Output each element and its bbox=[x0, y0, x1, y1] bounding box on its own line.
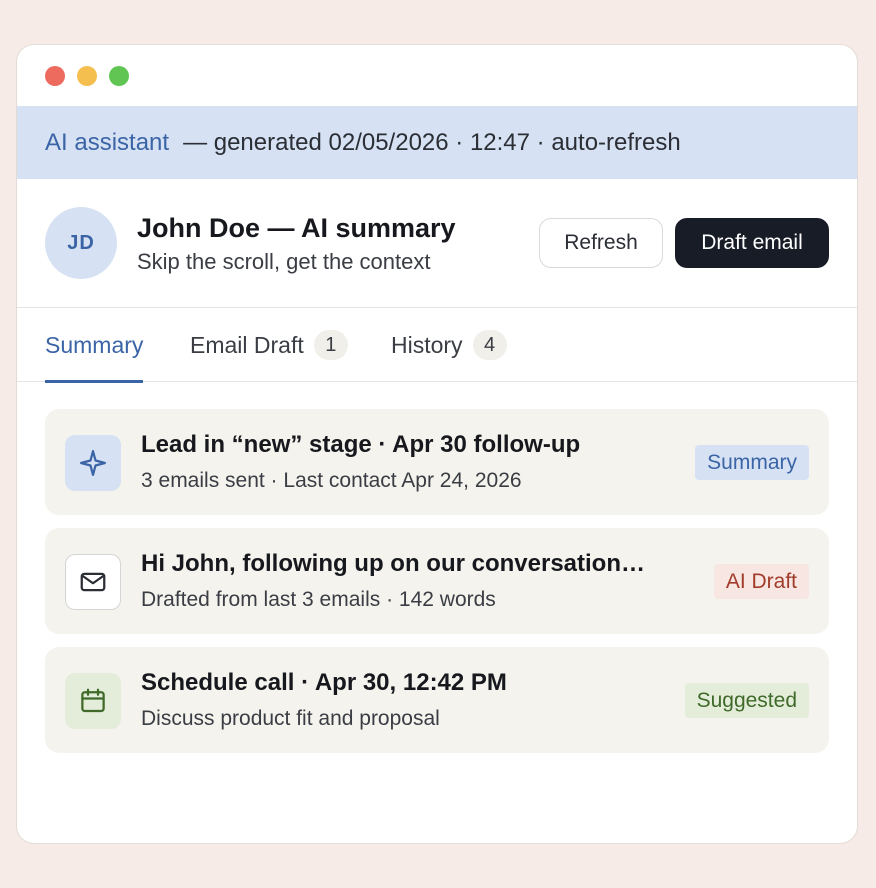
close-window-button[interactable] bbox=[45, 66, 65, 86]
maximize-window-button[interactable] bbox=[109, 66, 129, 86]
tab-history[interactable]: History 4 bbox=[391, 308, 507, 382]
status-badge: AI Draft bbox=[713, 564, 809, 599]
tab-history-count: 4 bbox=[472, 330, 507, 360]
minimize-window-button[interactable] bbox=[77, 66, 97, 86]
assistant-brand: AI assistant bbox=[45, 128, 170, 156]
avatar: JD bbox=[45, 207, 117, 279]
list-item-title: Schedule call · Apr 30, 12:42 PM bbox=[141, 669, 507, 696]
list-item-subtitle: 3 emails sent · Last contact Apr 24, 202… bbox=[141, 469, 522, 492]
tab-email-draft[interactable]: Email Draft 1 bbox=[190, 308, 348, 382]
status-badge: Suggested bbox=[684, 683, 809, 718]
list-item-summary[interactable]: Lead in “new” stage · Apr 30 follow-up 3… bbox=[45, 409, 829, 515]
status-badge: Summary bbox=[695, 445, 809, 480]
list-item-subtitle: Drafted from last 3 emails · 142 words bbox=[141, 588, 496, 611]
tab-summary[interactable]: Summary bbox=[45, 308, 144, 383]
page-subtitle: Skip the scroll, get the context bbox=[137, 249, 431, 274]
title-bar bbox=[17, 45, 857, 106]
tab-bar: Summary Email Draft 1 History 4 bbox=[17, 308, 857, 383]
list-item-schedule-call[interactable]: Schedule call · Apr 30, 12:42 PM Discuss… bbox=[45, 647, 829, 753]
refresh-button[interactable]: Refresh bbox=[539, 218, 663, 268]
insight-list: Lead in “new” stage · Apr 30 follow-up 3… bbox=[45, 409, 829, 766]
tab-email-draft-count: 1 bbox=[313, 330, 348, 360]
sparkle-icon bbox=[65, 435, 121, 491]
tab-email-draft-label: Email Draft bbox=[190, 331, 304, 358]
assistant-banner: AI assistant — generated 02/05/2026 · 12… bbox=[17, 106, 857, 179]
draft-email-button[interactable]: Draft email bbox=[675, 218, 829, 268]
calendar-icon bbox=[65, 673, 121, 729]
mail-icon bbox=[65, 554, 121, 610]
generated-meta: — generated 02/05/2026 · 12:47 · auto-re… bbox=[183, 128, 681, 156]
list-item-title: Hi John, following up on our conversatio… bbox=[141, 550, 645, 577]
tab-history-label: History bbox=[391, 331, 463, 358]
tab-summary-label: Summary bbox=[45, 331, 144, 358]
list-item-email-draft[interactable]: Hi John, following up on our conversatio… bbox=[45, 528, 829, 634]
contact-header: JD John Doe — AI summary Skip the scroll… bbox=[17, 179, 857, 308]
list-item-subtitle: Discuss product fit and proposal bbox=[141, 707, 440, 730]
list-item-title: Lead in “new” stage · Apr 30 follow-up bbox=[141, 431, 581, 458]
page-title: John Doe — AI summary bbox=[137, 213, 456, 243]
